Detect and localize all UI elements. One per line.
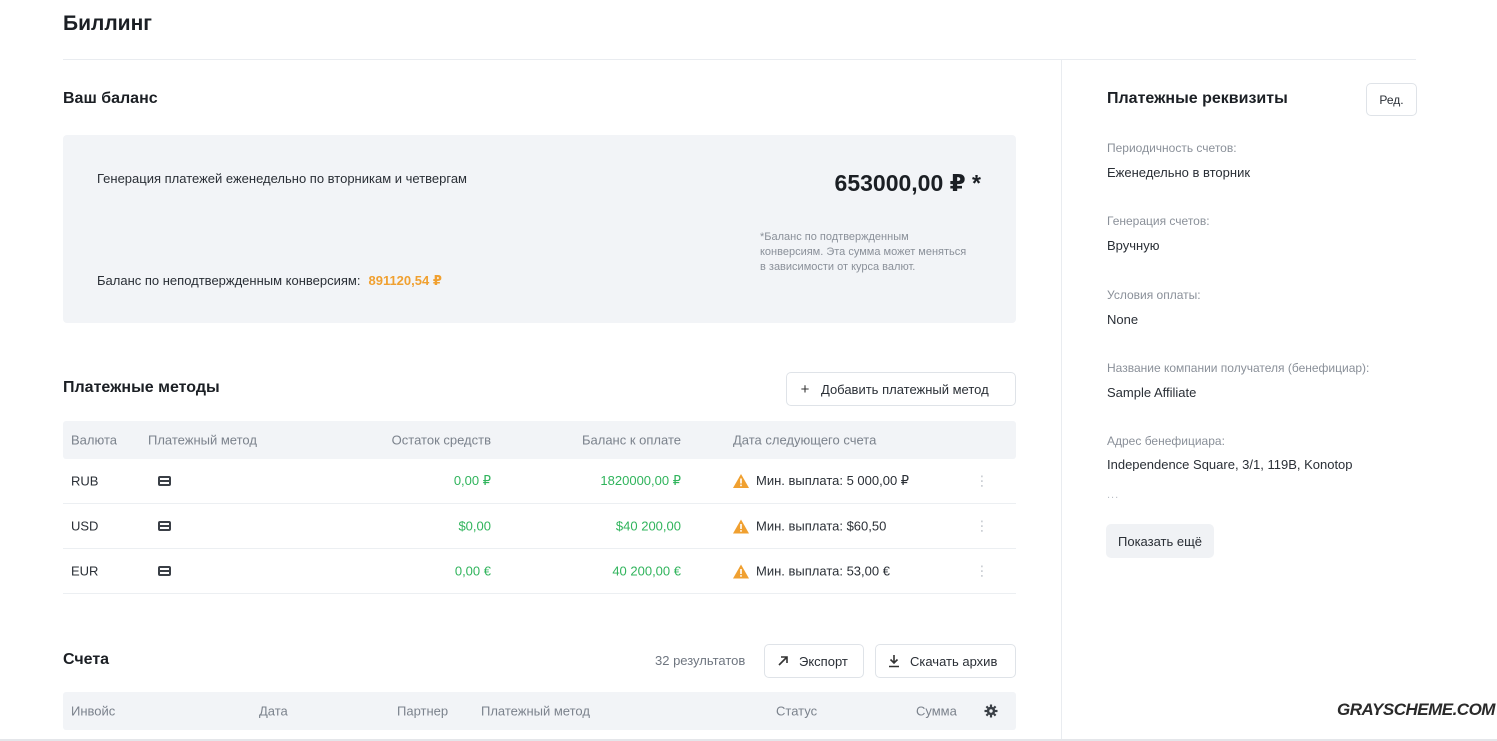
balance-amount: 653000,00 ₽ * <box>834 170 981 196</box>
balance-card: Генерация платежей еженедельно по вторни… <box>63 135 1016 323</box>
table-row[interactable]: RUB 0,00 ₽ 1820000,00 ₽ Мин. выплата: 5 … <box>63 459 1016 504</box>
min-payout-text: Мин. выплата: 53,00 € <box>756 563 890 579</box>
gear-icon[interactable] <box>984 704 998 718</box>
row-balance-due: 40 200,00 € <box>612 563 681 579</box>
card-icon <box>158 521 171 531</box>
column-divider <box>1061 59 1062 741</box>
row-remainder: $0,00 <box>458 518 491 534</box>
col-currency: Валюта <box>71 432 117 448</box>
download-icon <box>889 655 899 668</box>
payment-details-title: Платежные реквизиты <box>1107 90 1288 107</box>
export-label: Экспорт <box>799 653 848 669</box>
payment-methods-title: Платежные методы <box>63 379 220 396</box>
row-currency: EUR <box>71 563 99 579</box>
kebab-icon[interactable]: ⋮ <box>975 563 989 580</box>
col-remainder: Остаток средств <box>391 432 491 448</box>
edit-details-button[interactable]: Ред. <box>1366 83 1417 116</box>
table-row[interactable]: USD $0,00 $40 200,00 Мин. выплата: $60,5… <box>63 504 1016 549</box>
table-row[interactable]: EUR 0,00 € 40 200,00 € Мин. выплата: 53,… <box>63 549 1016 594</box>
add-payment-method-button[interactable]: + Добавить платежный метод <box>786 372 1016 406</box>
min-payout-text: Мин. выплата: 5 000,00 ₽ <box>756 473 910 488</box>
invoice-frequency-label: Периодичность счетов: <box>1107 141 1237 155</box>
row-next-invoice: Мин. выплата: 5 000,00 ₽ <box>733 473 909 489</box>
row-balance-due: $40 200,00 <box>615 518 681 534</box>
min-payout-text: Мин. выплата: $60,50 <box>756 518 887 534</box>
beneficiary-address-label: Адрес бенефициара: <box>1107 434 1225 448</box>
col-next-invoice: Дата следующего счета <box>733 432 877 448</box>
results-count: 32 результатов <box>655 653 746 668</box>
download-archive-label: Скачать архив <box>910 653 998 669</box>
row-next-invoice: Мин. выплата: 53,00 € <box>733 564 890 579</box>
card-icon <box>158 476 171 486</box>
page-title: Биллинг <box>63 12 153 35</box>
col-payment-method[interactable]: Платежный метод <box>481 704 590 719</box>
unconfirmed-balance-label: Баланс по неподтвержденным конверсиям: <box>97 273 361 288</box>
row-remainder: 0,00 ₽ <box>453 473 491 488</box>
card-icon <box>158 566 171 576</box>
beneficiary-address-value: Independence Square, 3/1, 119B, Konotop <box>1107 457 1353 471</box>
kebab-icon[interactable]: ⋮ <box>975 518 989 535</box>
balance-title: Ваш баланс <box>63 90 158 107</box>
balance-note: *Баланс по подтвержденным конверсиям. Эт… <box>760 231 967 273</box>
show-more-button[interactable]: Показать ещё <box>1106 524 1215 558</box>
generation-schedule-text: Генерация платежей еженедельно по вторни… <box>97 171 467 186</box>
invoice-frequency-value: Еженедельно в вторник <box>1107 165 1251 180</box>
warning-icon <box>733 564 749 578</box>
table-header: Валюта Платежный метод Остаток средств Б… <box>63 421 1016 459</box>
warning-icon <box>733 519 749 533</box>
export-button[interactable]: Экспорт <box>764 644 864 678</box>
title-divider <box>63 59 1416 60</box>
payment-terms-label: Условия оплаты: <box>1107 288 1201 302</box>
kebab-icon[interactable]: ⋮ <box>975 473 989 490</box>
warning-icon <box>733 474 749 488</box>
col-status[interactable]: Статус <box>776 704 817 719</box>
row-currency: USD <box>71 518 99 534</box>
plus-icon: + <box>800 380 810 398</box>
watermark: GRAYSCHEME.COM <box>1337 700 1495 719</box>
payment-methods-table: Валюта Платежный метод Остаток средств Б… <box>63 421 1016 594</box>
row-currency: RUB <box>71 473 99 489</box>
invoices-title: Счета <box>63 651 110 668</box>
beneficiary-company-label: Название компании получателя (бенефициар… <box>1107 361 1370 375</box>
export-arrow-icon <box>778 656 788 666</box>
col-method: Платежный метод <box>148 432 257 448</box>
download-archive-button[interactable]: Скачать архив <box>875 644 1016 678</box>
row-remainder: 0,00 € <box>454 563 491 579</box>
unconfirmed-balance: Баланс по неподтвержденным конверсиям: 89… <box>97 273 442 289</box>
row-balance-due: 1820000,00 ₽ <box>600 473 681 488</box>
add-payment-method-label: Добавить платежный метод <box>821 381 989 397</box>
col-balance-due: Баланс к оплате <box>581 432 681 448</box>
col-invoice[interactable]: Инвойс <box>71 704 115 719</box>
row-next-invoice: Мин. выплата: $60,50 <box>733 519 886 534</box>
invoice-generation-label: Генерация счетов: <box>1107 214 1210 228</box>
beneficiary-company-value: Sample Affiliate <box>1107 385 1197 400</box>
unconfirmed-balance-value: 891120,54 ₽ <box>368 273 442 288</box>
invoice-generation-value: Вручную <box>1107 238 1160 253</box>
invoices-table-header: Инвойс Дата Партнер Платежный метод Стат… <box>63 692 1016 730</box>
truncation-ellipsis: ... <box>1107 489 1120 501</box>
col-date[interactable]: Дата <box>259 704 288 719</box>
payment-terms-value: None <box>1107 312 1139 327</box>
col-partner[interactable]: Партнер <box>397 704 448 719</box>
col-amount[interactable]: Сумма <box>916 704 957 719</box>
